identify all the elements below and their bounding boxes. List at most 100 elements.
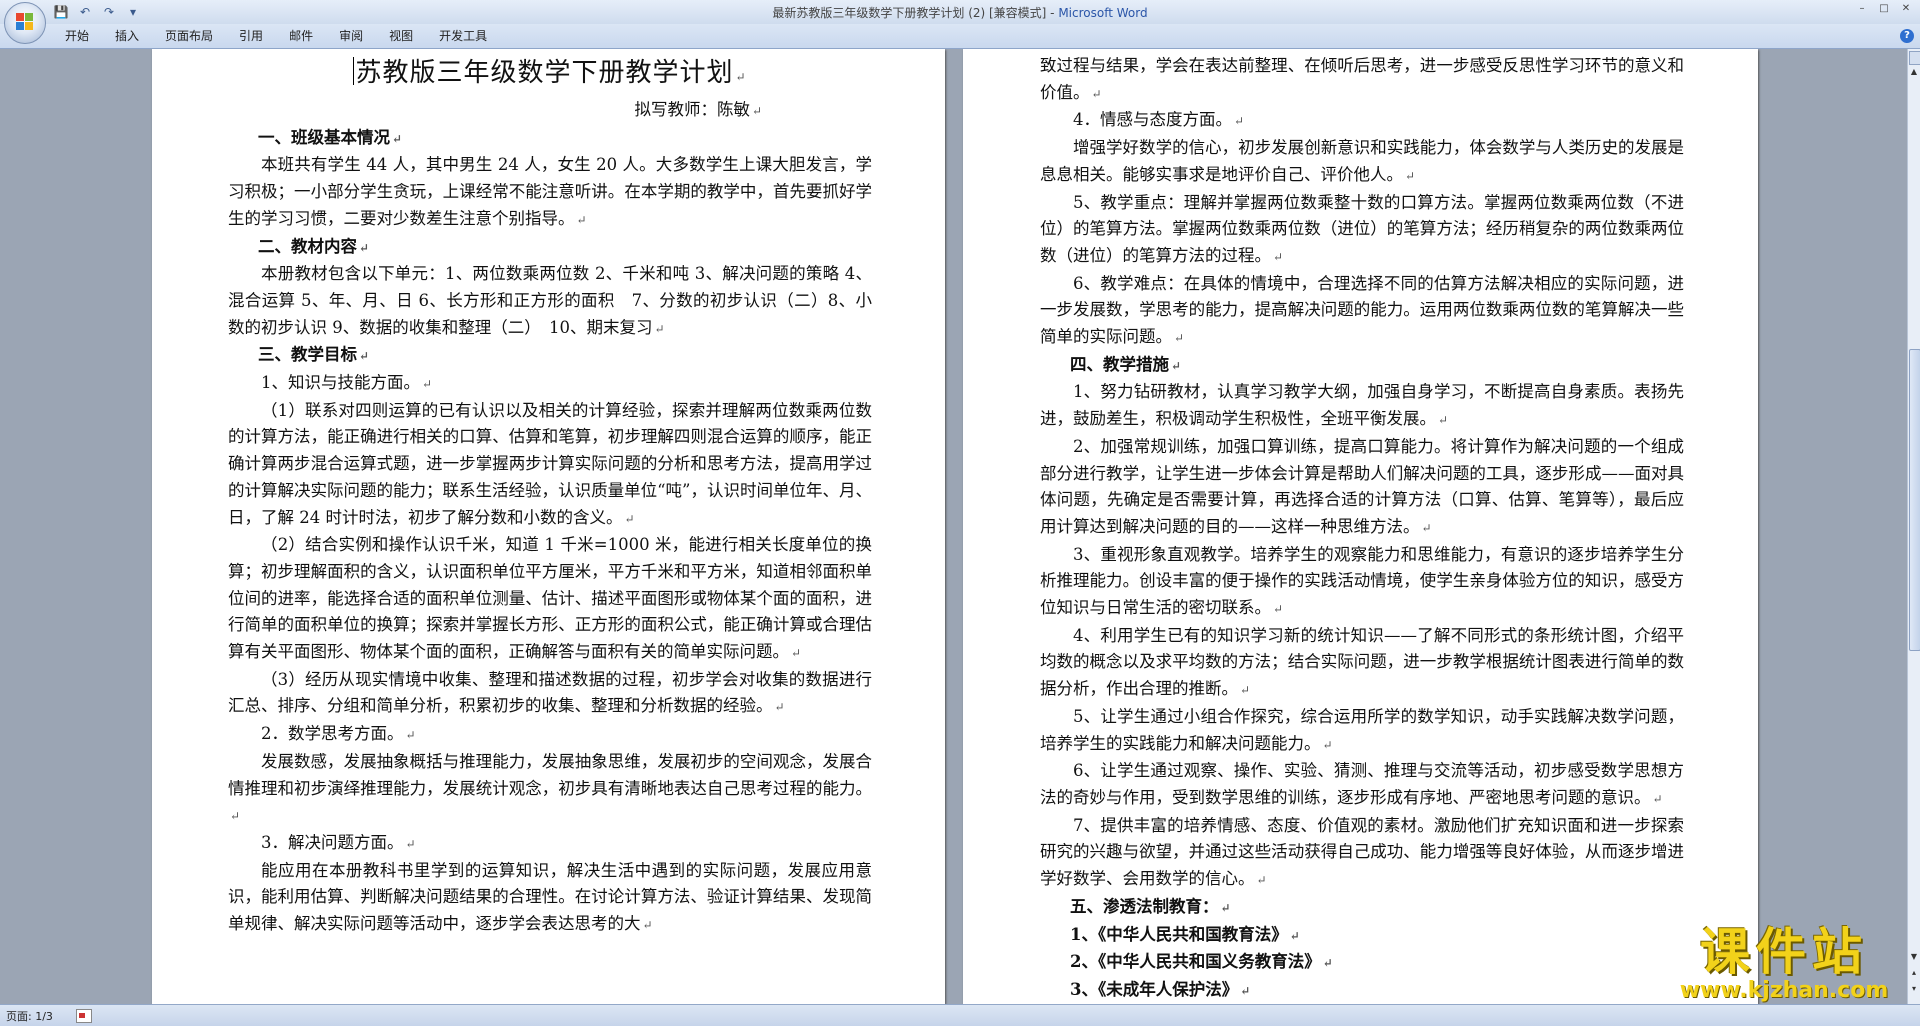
document-paragraph: 3、《未成年人保护法》 ↵ xyxy=(1040,977,1684,1004)
tab-developer[interactable]: 开发工具 xyxy=(426,28,500,44)
document-paragraph: 致过程与结果，学会在表达前整理、在倾听后思考，进一步感受反思性学习环节的意义和价… xyxy=(1040,53,1684,107)
paragraph-mark-icon: ↵ xyxy=(405,836,416,851)
paragraph-text: 3、重视形象直观教学。培养学生的观察能力和思维能力，有意识的逐步培养学生分析推理… xyxy=(1040,544,1684,618)
app-name: Microsoft Word xyxy=(1058,6,1148,20)
paragraph-text: 2、加强常规训练，加强口算训练，提高口算能力。将计算作为解决问题的一个组成部分进… xyxy=(1040,436,1684,536)
help-icon[interactable]: ? xyxy=(1900,29,1914,43)
paragraph-text: 3．解决问题方面。 xyxy=(261,832,404,852)
tab-page-layout[interactable]: 页面布局 xyxy=(152,28,226,44)
title-bar: 💾 ↶ ↷ ▾ 最新苏教版三年级数学下册教学计划 (2) [兼容模式] - Mi… xyxy=(0,0,1920,24)
watermark-text: 课件站 xyxy=(1700,923,1868,981)
paragraph-text: 5、让学生通过小组合作探究，综合运用所学的数学知识，动手实践解决数学问题，培养学… xyxy=(1040,706,1684,753)
paragraph-mark-icon: ↵ xyxy=(359,349,370,364)
view-ruler-icon[interactable] xyxy=(1909,51,1920,65)
page-counter[interactable]: 页面: 1/3 xyxy=(6,1008,53,1024)
tab-review[interactable]: 审阅 xyxy=(326,28,376,44)
paragraph-mark-icon: ↵ xyxy=(1273,602,1284,617)
previous-page-icon[interactable]: ▴ xyxy=(1909,968,1919,980)
scroll-up-icon[interactable]: ▲ xyxy=(1909,67,1919,79)
document-paragraph: （3）经历从现实情境中收集、整理和描述数据的过程，初步学会对收集的数据进行汇总、… xyxy=(228,667,872,721)
paragraph-mark-icon: ↵ xyxy=(1220,900,1231,915)
paragraph-list: 致过程与结果，学会在表达前整理、在倾听后思考，进一步感受反思性学习环节的意义和价… xyxy=(1040,53,1684,1004)
document-paragraph: 本册教材包含以下单元：1、两位数乘两位数 2、千米和吨 3、解决问题的策略 4、… xyxy=(228,261,872,342)
window-controls: – □ ✕ xyxy=(1852,2,1916,16)
document-paragraph: 3．解决问题方面。 ↵ xyxy=(228,830,872,858)
paragraph-mark-icon: ↵ xyxy=(774,700,785,715)
paragraph-text: 三、教学目标 xyxy=(258,345,357,365)
page-content: 致过程与结果，学会在表达前整理、在倾听后思考，进一步感受反思性学习环节的意义和价… xyxy=(1040,53,1684,1004)
restore-icon[interactable]: □ xyxy=(1874,2,1894,16)
document-paragraph: 5、让学生通过小组合作探究，综合运用所学的数学知识，动手实践解决数学问题，培养学… xyxy=(1040,704,1684,758)
tab-references[interactable]: 引用 xyxy=(226,28,276,44)
paragraph-mark-icon: ↵ xyxy=(405,728,416,743)
close-icon[interactable]: ✕ xyxy=(1896,2,1916,16)
minimize-icon[interactable]: – xyxy=(1852,2,1872,16)
paragraph-mark-icon: ↵ xyxy=(1652,791,1663,806)
watermark-url: www.kjzhan.com xyxy=(1679,978,1889,1003)
document-title: 最新苏教版三年级数学下册教学计划 (2) [兼容模式] - xyxy=(772,6,1059,20)
paragraph-mark-icon: ↵ xyxy=(735,70,747,84)
paragraph-mark-icon: ↵ xyxy=(1240,983,1251,998)
paragraph-mark-icon: ↵ xyxy=(1438,413,1449,428)
vertical-scrollbar[interactable]: ▲ ▼ ▴ ▾ xyxy=(1907,49,1920,1004)
paragraph-text: 7、提供丰富的培养情感、态度、价值观的素材。激励他们扩充知识面和进一步探索研究的… xyxy=(1040,815,1684,889)
paragraph-text: 二、教材内容 xyxy=(258,236,357,256)
paragraph-text: 4、利用学生已有的知识学习新的统计知识——了解不同形式的条形统计图，介绍平均数的… xyxy=(1040,625,1684,699)
paragraph-text: 3、《未成年人保护法》 xyxy=(1070,979,1239,999)
document-page-2[interactable]: 致过程与结果，学会在表达前整理、在倾听后思考，进一步感受反思性学习环节的意义和价… xyxy=(963,49,1758,1004)
window-title: 最新苏教版三年级数学下册教学计划 (2) [兼容模式] - Microsoft … xyxy=(0,4,1920,21)
document-paragraph: 一、班级基本情况 ↵ xyxy=(228,125,872,153)
paragraph-text: （1）联系对四则运算的已有认识以及相关的计算经验，探索并理解两位数乘两位数的计算… xyxy=(228,400,872,527)
paragraph-mark-icon: ↵ xyxy=(1322,737,1333,752)
office-button[interactable] xyxy=(4,2,46,44)
tab-mailings[interactable]: 邮件 xyxy=(276,28,326,44)
paragraph-mark-icon: ↵ xyxy=(230,809,241,824)
next-page-icon[interactable]: ▾ xyxy=(1909,984,1919,996)
document-paragraph: 二、教材内容 ↵ xyxy=(228,234,872,262)
scroll-thumb[interactable] xyxy=(1909,349,1920,651)
paragraph-mark-icon: ↵ xyxy=(422,377,433,392)
document-paragraph: 5、教学重点：理解并掌握两位数乘整十数的口算方法。掌握两位数乘两位数（不进位）的… xyxy=(1040,190,1684,271)
document-paragraph: 1、《中华人民共和国教育法》 ↵ xyxy=(1040,922,1684,950)
paragraph-text: 致过程与结果，学会在表达前整理、在倾听后思考，进一步感受反思性学习环节的意义和价… xyxy=(1040,56,1684,102)
office-logo-icon xyxy=(16,13,34,31)
document-paragraph: 7、提供丰富的培养情感、态度、价值观的素材。激励他们扩充知识面和进一步探索研究的… xyxy=(1040,813,1684,894)
paragraph-text: 发展数感，发展抽象概括与推理能力，发展抽象思维，发展初步的空间观念，发展合情推理… xyxy=(228,751,872,798)
document-workspace: 苏教版三年级数学下册教学计划 ↵ 拟写教师：陈敏 ↵ 一、班级基本情况 ↵ 本班共有学生… xyxy=(0,49,1908,1004)
paragraph-text: 本班共有学生 44 人，其中男生 24 人，女生 20 人。大多数学生上课大胆发… xyxy=(228,155,872,228)
paragraph-mark-icon: ↵ xyxy=(1405,168,1416,183)
paragraph-text: 1、努力钻研教材，认真学习教学大纲，加强自身学习，不断提高自身素质。表扬先进，鼓… xyxy=(1040,382,1684,429)
paragraph-mark-icon: ↵ xyxy=(654,321,665,336)
document-title-heading: 苏教版三年级数学下册教学计划 ↵ xyxy=(228,53,872,97)
paragraph-mark-icon: ↵ xyxy=(1174,331,1185,346)
tab-insert[interactable]: 插入 xyxy=(102,28,152,44)
document-paragraph: 4、利用学生已有的知识学习新的统计知识——了解不同形式的条形统计图，介绍平均数的… xyxy=(1040,623,1684,704)
document-paragraph: 2、加强常规训练，加强口算训练，提高口算能力。将计算作为解决问题的一个组成部分进… xyxy=(1040,434,1684,542)
document-paragraph: （2）结合实例和操作认识千米，知道 1 千米=1000 米，能进行相关长度单位的… xyxy=(228,532,872,667)
author-line: 拟写教师：陈敏 ↵ xyxy=(228,97,872,125)
document-paragraph: 1、努力钻研教材，认真学习教学大纲，加强自身学习，不断提高自身素质。表扬先进，鼓… xyxy=(1040,379,1684,433)
paragraph-text: 1、《中华人民共和国教育法》 xyxy=(1070,924,1288,944)
document-paragraph: 三、教学目标 ↵ xyxy=(228,342,872,370)
document-paragraph: 2、《中华人民共和国义务教育法》 ↵ xyxy=(1040,949,1684,977)
macro-recording-icon[interactable] xyxy=(76,1009,92,1023)
page-content: 苏教版三年级数学下册教学计划 ↵ 拟写教师：陈敏 ↵ 一、班级基本情况 ↵ 本班共有学生… xyxy=(228,53,872,939)
document-paragraph: 1、知识与技能方面。 ↵ xyxy=(228,370,872,398)
paragraph-text: 能应用在本册教科书里学到的运算知识，解决生活中遇到的实际问题，发展应用意识，能利… xyxy=(228,860,872,934)
paragraph-text: 一、班级基本情况 xyxy=(258,127,390,147)
tab-home[interactable]: 开始 xyxy=(52,28,102,44)
paragraph-mark-icon: ↵ xyxy=(1289,928,1300,943)
tab-view[interactable]: 视图 xyxy=(376,28,426,44)
document-paragraph: 发展数感，发展抽象概括与推理能力，发展抽象思维，发展初步的空间观念，发展合情推理… xyxy=(228,749,872,830)
paragraph-text: 6、教学难点：在具体的情境中，合理选择不同的估算方法解决相应的实际问题，进一步发… xyxy=(1040,273,1684,347)
paragraph-text: 1、知识与技能方面。 xyxy=(261,373,420,393)
document-page-1[interactable]: 苏教版三年级数学下册教学计划 ↵ 拟写教师：陈敏 ↵ 一、班级基本情况 ↵ 本班共有学生… xyxy=(152,49,945,1004)
scroll-down-icon[interactable]: ▼ xyxy=(1909,952,1919,964)
paragraph-mark-icon: ↵ xyxy=(1091,86,1102,101)
paragraph-text: （2）结合实例和操作认识千米，知道 1 千米=1000 米，能进行相关长度单位的… xyxy=(228,535,872,662)
document-paragraph: 本班共有学生 44 人，其中男生 24 人，女生 20 人。大多数学生上课大胆发… xyxy=(228,152,872,233)
paragraph-text: 2、《中华人民共和国义务教育法》 xyxy=(1070,952,1321,972)
ribbon-tabs: 开始 插入 页面布局 引用 邮件 审阅 视图 开发工具 xyxy=(52,28,500,44)
document-paragraph: （1）联系对四则运算的已有认识以及相关的计算经验，探索并理解两位数乘两位数的计算… xyxy=(228,398,872,533)
document-paragraph: 6、教学难点：在具体的情境中，合理选择不同的估算方法解决相应的实际问题，进一步发… xyxy=(1040,271,1684,352)
